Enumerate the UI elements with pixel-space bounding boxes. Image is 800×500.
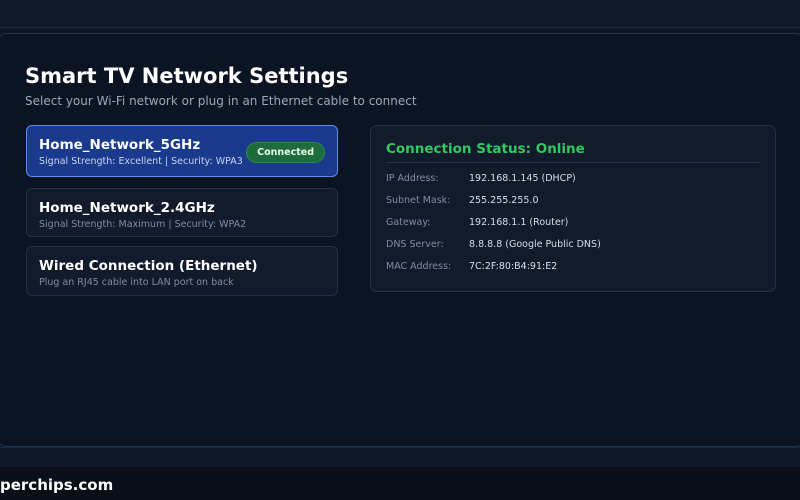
top-strip — [0, 0, 800, 28]
info-value: 255.255.255.0 — [469, 195, 539, 206]
info-row-mac-address: MAC Address: 7C:2F:80:B4:91:E2 — [386, 261, 761, 275]
info-row-ip-address: IP Address: 192.168.1.145 (DHCP) — [386, 173, 761, 187]
network-item-home-5ghz[interactable]: Home_Network_5GHz Signal Strength: Excel… — [26, 125, 338, 177]
network-name: Home_Network_2.4GHz — [39, 200, 215, 216]
info-value: 192.168.1.145 (DHCP) — [469, 173, 576, 184]
connected-badge: Connected — [246, 142, 325, 163]
network-name: Wired Connection (Ethernet) — [39, 258, 258, 274]
footer-bar: perchips.com — [0, 467, 800, 500]
network-item-ethernet[interactable]: Wired Connection (Ethernet) Plug an RJ45… — [26, 246, 338, 296]
tv-bezel — [0, 447, 800, 467]
info-value: 8.8.8.8 (Google Public DNS) — [469, 239, 601, 250]
network-detail: Plug an RJ45 cable into LAN port on back — [39, 277, 234, 288]
info-value: 192.168.1.1 (Router) — [469, 217, 569, 228]
info-row-gateway: Gateway: 192.168.1.1 (Router) — [386, 217, 761, 231]
info-label: IP Address: — [386, 173, 439, 184]
info-label: MAC Address: — [386, 261, 452, 272]
connection-status-title: Connection Status: Online — [386, 141, 585, 157]
info-row-dns-server: DNS Server: 8.8.8.8 (Google Public DNS) — [386, 239, 761, 253]
info-value: 7C:2F:80:B4:91:E2 — [469, 261, 558, 272]
divider — [386, 162, 761, 163]
page-title: Smart TV Network Settings — [25, 64, 349, 88]
network-item-home-2-4ghz[interactable]: Home_Network_2.4GHz Signal Strength: Max… — [26, 188, 338, 237]
connection-status-panel: Connection Status: Online IP Address: 19… — [370, 125, 776, 292]
info-label: Subnet Mask: — [386, 195, 451, 206]
info-row-subnet-mask: Subnet Mask: 255.255.255.0 — [386, 195, 761, 209]
page-subtitle: Select your Wi-Fi network or plug in an … — [25, 94, 417, 108]
info-label: DNS Server: — [386, 239, 444, 250]
info-label: Gateway: — [386, 217, 431, 228]
footer-watermark: perchips.com — [0, 476, 114, 494]
screen: Smart TV Network Settings Select your Wi… — [0, 0, 800, 500]
network-detail: Signal Strength: Maximum | Security: WPA… — [39, 219, 247, 230]
